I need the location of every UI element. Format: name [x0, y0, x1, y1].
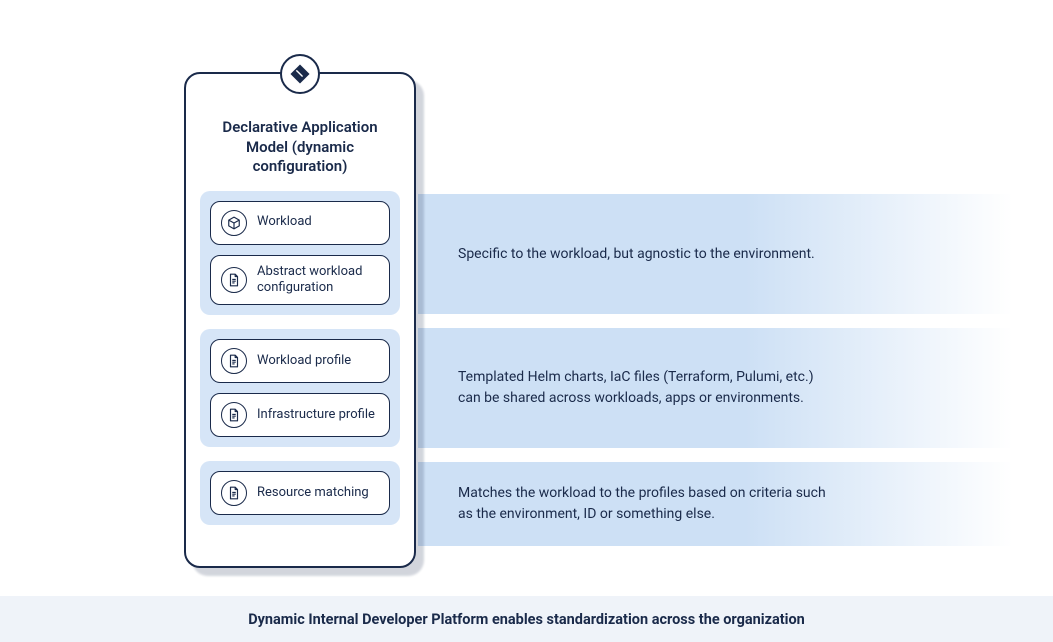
document-icon: [221, 267, 247, 293]
pill-workload-profile: Workload profile: [210, 339, 390, 383]
cube-icon: [221, 210, 247, 236]
group-description-1: Specific to the workload, but agnostic t…: [418, 194, 1013, 314]
group-3: Resource matching: [200, 461, 400, 525]
document-icon: [221, 348, 247, 374]
group-description-2: Templated Helm charts, IaC files (Terraf…: [418, 328, 1013, 448]
group-description-text: Matches the workload to the profiles bas…: [458, 483, 838, 525]
pill-abstract-config: Abstract workload configuration: [210, 255, 390, 306]
group-description-text: Specific to the workload, but agnostic t…: [458, 244, 815, 265]
group-1: Workload Abstract workload configuration: [200, 191, 400, 316]
pill-label: Infrastructure profile: [257, 407, 375, 423]
card-title: Declarative Application Model (dynamic c…: [200, 118, 400, 191]
card-groups: Workload Abstract workload configuration: [200, 191, 400, 526]
pill-label: Abstract workload configuration: [257, 264, 379, 297]
pill-infrastructure-profile: Infrastructure profile: [210, 393, 390, 437]
model-card: Declarative Application Model (dynamic c…: [184, 72, 416, 568]
group-description-3: Matches the workload to the profiles bas…: [418, 462, 1013, 546]
pill-workload: Workload: [210, 201, 390, 245]
pill-resource-matching: Resource matching: [210, 471, 390, 515]
pill-label: Workload profile: [257, 353, 351, 369]
pill-label: Resource matching: [257, 485, 369, 501]
document-icon: [221, 480, 247, 506]
document-icon: [221, 402, 247, 428]
group-2: Workload profile Infrastructure profile: [200, 329, 400, 447]
caption-bar: Dynamic Internal Developer Platform enab…: [0, 596, 1053, 642]
diagram-canvas: Specific to the workload, but agnostic t…: [0, 0, 1053, 642]
group-description-text: Templated Helm charts, IaC files (Terraf…: [458, 367, 838, 409]
caption-text: Dynamic Internal Developer Platform enab…: [248, 611, 805, 628]
git-icon: [280, 54, 320, 94]
pill-label: Workload: [257, 214, 312, 230]
